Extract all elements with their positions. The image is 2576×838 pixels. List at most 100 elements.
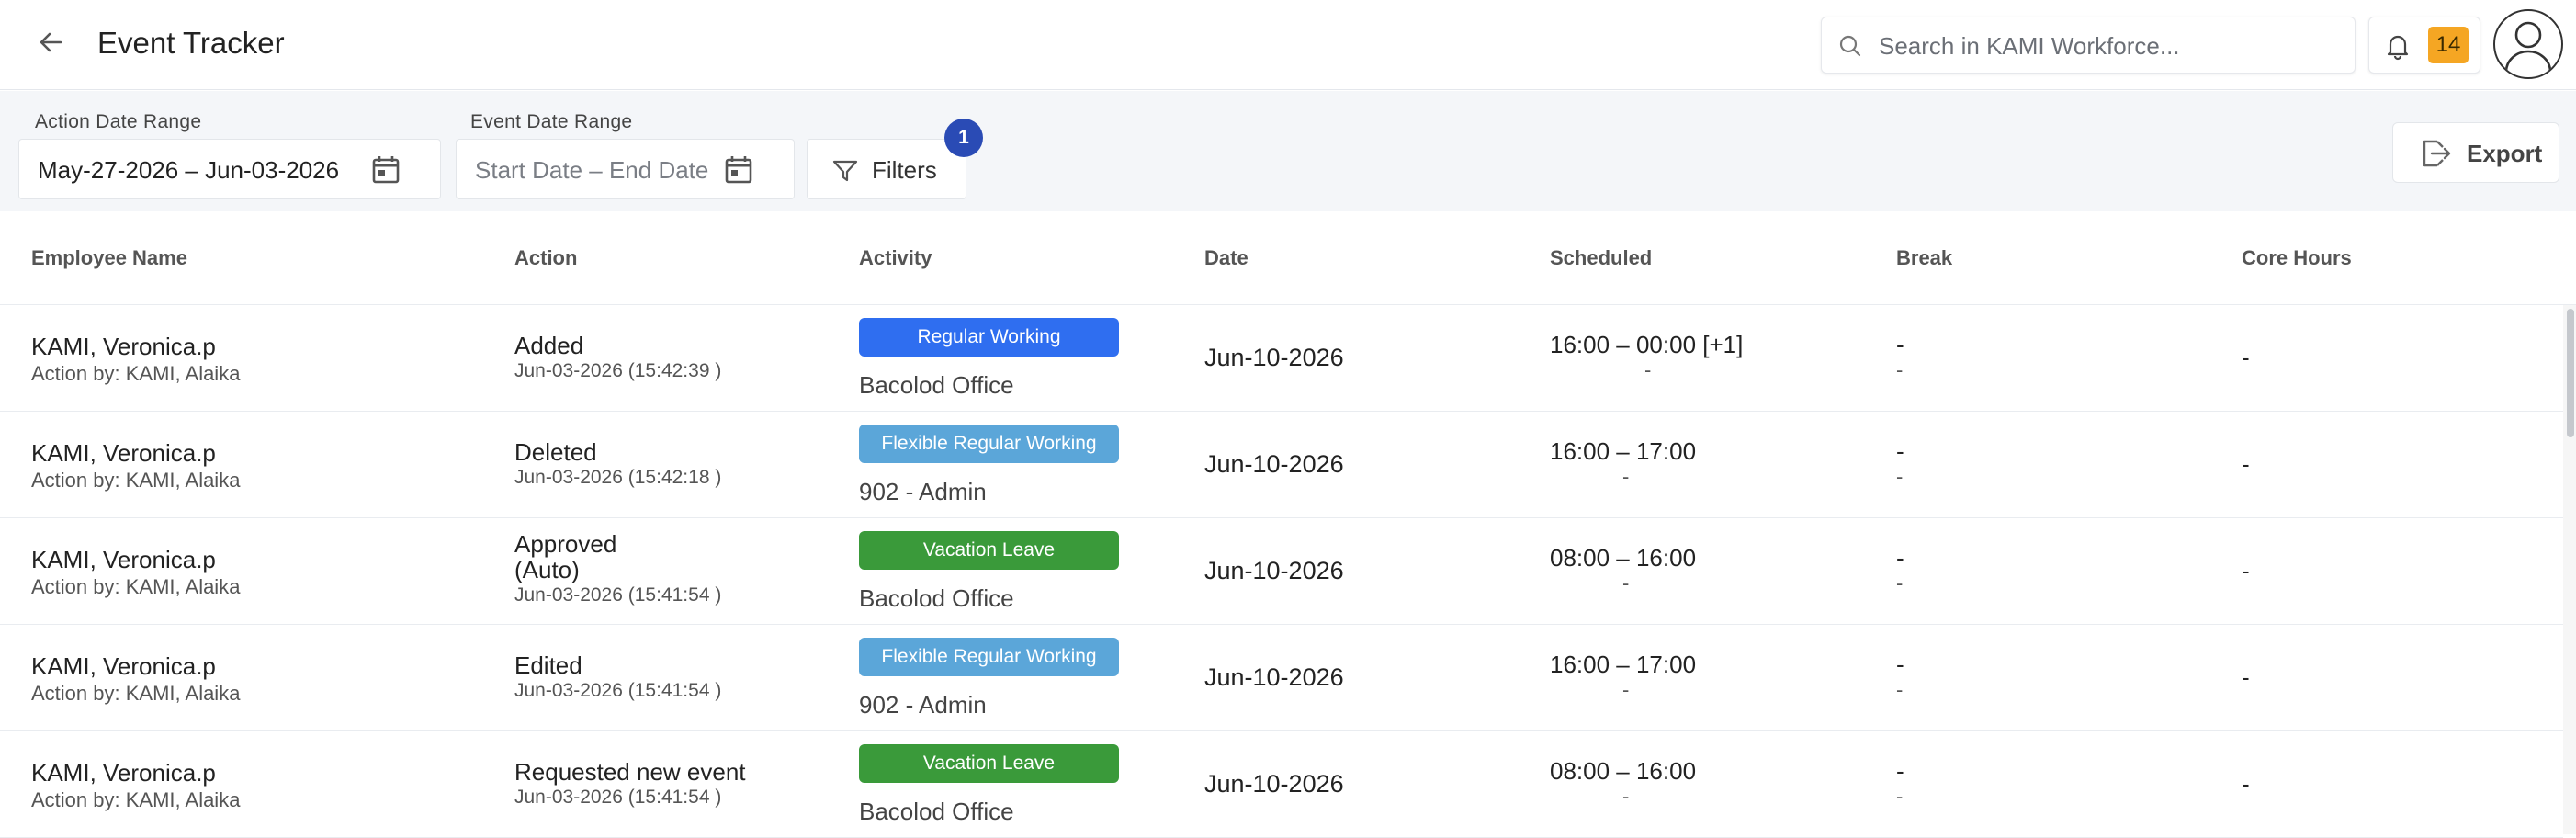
break-sub: - bbox=[1896, 785, 1904, 808]
export-label: Export bbox=[2467, 140, 2543, 167]
scheduled-sub: - bbox=[1622, 678, 1630, 701]
action-date-range-label: Action Date Range bbox=[35, 111, 202, 132]
action-type: Edited bbox=[514, 651, 582, 679]
employee-name: KAMI, Veronica.p bbox=[31, 439, 216, 467]
employee-name: KAMI, Veronica.p bbox=[31, 546, 216, 573]
page-title: Event Tracker bbox=[97, 26, 285, 60]
notifications-button[interactable]: 14 bbox=[2368, 17, 2480, 74]
event-date-range-placeholder: Start Date – End Date bbox=[475, 156, 709, 184]
action-type: Requested new event bbox=[514, 758, 746, 786]
event-date-range-label: Event Date Range bbox=[470, 111, 633, 132]
action-timestamp: Jun-03-2026 (15:41:54 ) bbox=[514, 680, 722, 701]
scheduled-time: 16:00 – 17:00 bbox=[1550, 651, 1697, 678]
column-header-activity[interactable]: Activity bbox=[859, 246, 932, 270]
employee-name: KAMI, Veronica.p bbox=[31, 333, 216, 360]
notification-count-badge: 14 bbox=[2428, 27, 2469, 63]
table-row[interactable]: KAMI, Veronica.p Action by: KAMI, Alaika… bbox=[0, 625, 2563, 731]
table-row[interactable]: KAMI, Veronica.p Action by: KAMI, Alaika… bbox=[0, 518, 2563, 625]
action-by: Action by: KAMI, Alaika bbox=[31, 362, 241, 385]
event-date-range-field[interactable]: Start Date – End Date bbox=[456, 139, 795, 199]
filter-bar: Action Date Range May-27-2026 – Jun-03-2… bbox=[0, 91, 2576, 211]
activity-chip: Vacation Leave bbox=[859, 531, 1119, 570]
break-sub: - bbox=[1896, 465, 1904, 488]
event-date: Jun-10-2026 bbox=[1204, 450, 1344, 478]
column-header-employee-name[interactable]: Employee Name bbox=[31, 246, 187, 270]
filter-icon bbox=[832, 160, 858, 182]
bell-icon bbox=[2387, 35, 2409, 61]
column-header-core-hours[interactable]: Core Hours bbox=[2242, 246, 2352, 270]
scheduled-time: 16:00 – 00:00 [+1] bbox=[1550, 331, 1744, 358]
scrollbar-thumb[interactable] bbox=[2567, 309, 2574, 437]
search-input[interactable] bbox=[1879, 25, 2338, 67]
table-header: Employee Name Action Activity Date Sched… bbox=[0, 211, 2576, 305]
action-timestamp: Jun-03-2026 (15:41:54 ) bbox=[514, 787, 722, 808]
break-value: - bbox=[1896, 331, 1904, 358]
event-date: Jun-10-2026 bbox=[1204, 663, 1344, 691]
scheduled-sub: - bbox=[1644, 358, 1652, 381]
action-type: Deleted bbox=[514, 438, 597, 466]
back-button[interactable] bbox=[33, 24, 70, 61]
scheduled-sub: - bbox=[1622, 785, 1630, 808]
action-timestamp: Jun-03-2026 (15:41:54 ) bbox=[514, 584, 722, 606]
action-type-qualifier: (Auto) bbox=[514, 556, 580, 583]
scheduled-time: 08:00 – 16:00 bbox=[1550, 544, 1697, 572]
table-row[interactable]: KAMI, Veronica.p Action by: KAMI, Alaika… bbox=[0, 412, 2563, 518]
column-header-action[interactable]: Action bbox=[514, 246, 577, 270]
activity-chip: Regular Working bbox=[859, 318, 1119, 357]
action-by: Action by: KAMI, Alaika bbox=[31, 469, 241, 492]
break-value: - bbox=[1896, 651, 1904, 678]
activity-chip: Vacation Leave bbox=[859, 744, 1119, 783]
filters-button[interactable]: Filters bbox=[807, 139, 966, 199]
scheduled-sub: - bbox=[1622, 572, 1630, 595]
core-hours-value: - bbox=[2242, 344, 2250, 371]
break-value: - bbox=[1896, 437, 1904, 465]
search-box[interactable] bbox=[1821, 17, 2356, 74]
break-sub: - bbox=[1896, 572, 1904, 595]
search-icon bbox=[1839, 35, 1861, 57]
scheduled-sub: - bbox=[1622, 465, 1630, 488]
core-hours-value: - bbox=[2242, 450, 2250, 478]
action-timestamp: Jun-03-2026 (15:42:18 ) bbox=[514, 467, 722, 488]
active-filters-badge: 1 bbox=[944, 119, 983, 157]
action-type: Approved bbox=[514, 530, 617, 558]
top-bar: Event Tracker 14 bbox=[0, 0, 2576, 90]
event-date: Jun-10-2026 bbox=[1204, 557, 1344, 584]
action-by: Action by: KAMI, Alaika bbox=[31, 575, 241, 598]
action-timestamp: Jun-03-2026 (15:42:39 ) bbox=[514, 360, 722, 381]
activity-location: Bacolod Office bbox=[859, 371, 1014, 399]
arrow-left-icon bbox=[40, 32, 62, 52]
user-avatar[interactable] bbox=[2493, 9, 2563, 79]
event-date: Jun-10-2026 bbox=[1204, 344, 1344, 371]
column-header-date[interactable]: Date bbox=[1204, 246, 1248, 270]
activity-chip: Flexible Regular Working bbox=[859, 638, 1119, 676]
table-row[interactable]: KAMI, Veronica.p Action by: KAMI, Alaika… bbox=[0, 731, 2563, 838]
action-type: Added bbox=[514, 332, 584, 359]
activity-location: Bacolod Office bbox=[859, 584, 1014, 612]
event-date: Jun-10-2026 bbox=[1204, 770, 1344, 798]
action-by: Action by: KAMI, Alaika bbox=[31, 682, 241, 705]
calendar-icon[interactable] bbox=[368, 153, 403, 187]
action-by: Action by: KAMI, Alaika bbox=[31, 788, 241, 811]
action-date-range-value: May-27-2026 – Jun-03-2026 bbox=[38, 156, 340, 184]
column-header-scheduled[interactable]: Scheduled bbox=[1550, 246, 1652, 270]
employee-name: KAMI, Veronica.p bbox=[31, 759, 216, 787]
activity-location: 902 - Admin bbox=[859, 691, 987, 719]
export-icon bbox=[2423, 140, 2451, 167]
core-hours-value: - bbox=[2242, 557, 2250, 584]
activity-location: 902 - Admin bbox=[859, 478, 987, 505]
column-header-break[interactable]: Break bbox=[1896, 246, 1952, 270]
activity-location: Bacolod Office bbox=[859, 798, 1014, 825]
break-sub: - bbox=[1896, 358, 1904, 381]
scheduled-time: 08:00 – 16:00 bbox=[1550, 757, 1697, 785]
calendar-icon[interactable] bbox=[721, 153, 756, 187]
break-value: - bbox=[1896, 757, 1904, 785]
scheduled-time: 16:00 – 17:00 bbox=[1550, 437, 1697, 465]
activity-chip: Flexible Regular Working bbox=[859, 425, 1119, 463]
break-sub: - bbox=[1896, 678, 1904, 701]
export-button[interactable]: Export bbox=[2392, 122, 2559, 183]
action-date-range-field[interactable]: May-27-2026 – Jun-03-2026 bbox=[18, 139, 441, 199]
table-row[interactable]: KAMI, Veronica.p Action by: KAMI, Alaika… bbox=[0, 305, 2563, 412]
employee-name: KAMI, Veronica.p bbox=[31, 652, 216, 680]
core-hours-value: - bbox=[2242, 663, 2250, 691]
core-hours-value: - bbox=[2242, 770, 2250, 798]
